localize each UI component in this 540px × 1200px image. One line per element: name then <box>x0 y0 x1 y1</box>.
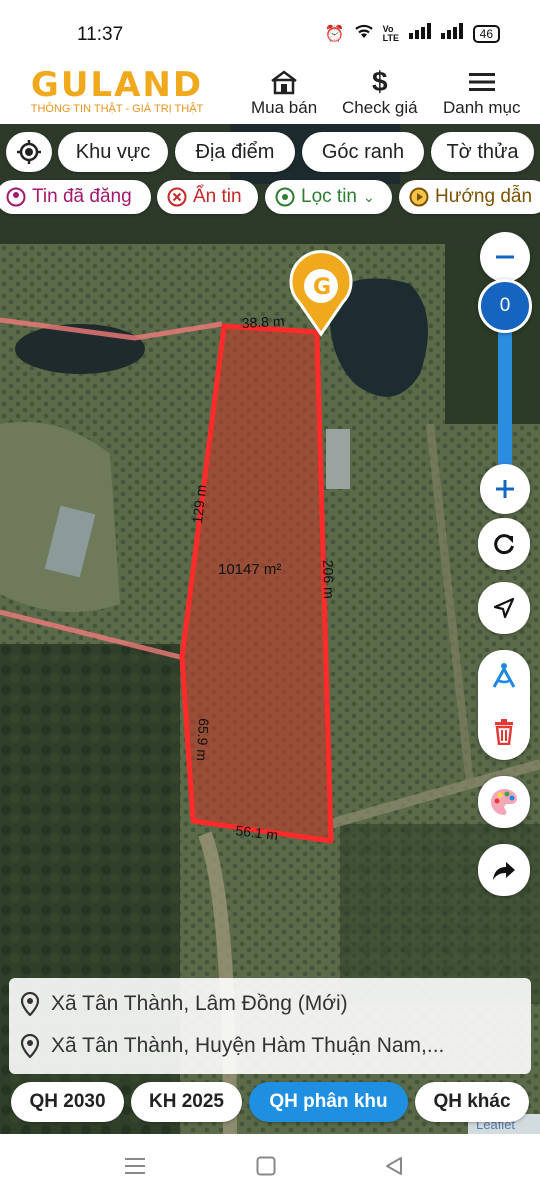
filter-to-thua[interactable]: Tờ thửa <box>431 132 534 172</box>
zoom-out-button[interactable] <box>480 232 530 282</box>
edge-label-top: 38.8 m <box>241 313 285 331</box>
home-button[interactable] <box>256 1156 276 1181</box>
status-time: 11:37 <box>77 24 124 45</box>
filter-label: Hướng dẫn <box>435 186 533 207</box>
recents-icon <box>125 1158 145 1174</box>
nav-label: Danh mục <box>443 98 521 117</box>
signal-icon-2 <box>440 23 465 44</box>
close-circle-icon <box>167 187 187 207</box>
recents-button[interactable] <box>125 1156 147 1181</box>
nav-danh-muc[interactable]: Danh mục <box>443 68 520 118</box>
edge-label-left-bottom: 65.9 m <box>194 718 212 762</box>
crosshair-icon <box>17 140 41 164</box>
play-circle-icon <box>409 187 429 207</box>
tab-qh-khac[interactable]: QH khác <box>415 1082 529 1122</box>
filter-loc-tin[interactable]: Lọc tin ⌄ <box>265 180 392 214</box>
filter-khu-vuc[interactable]: Khu vực <box>58 132 168 172</box>
plus-icon <box>496 480 514 498</box>
wifi-icon <box>353 22 375 45</box>
filter-label: Lọc tin <box>301 186 357 207</box>
share-arrow-icon <box>493 862 515 880</box>
measure-compass-icon <box>492 663 516 688</box>
minus-icon <box>496 255 514 259</box>
back-button[interactable] <box>384 1156 404 1181</box>
user-pin-icon <box>6 187 26 207</box>
status-bar: 11:37 ⏰ Vo LTE 46 <box>0 0 540 64</box>
system-nav-bar <box>0 1134 540 1200</box>
address-line-new[interactable]: Xã Tân Thành, Lâm Đồng (Mới) <box>21 992 348 1016</box>
measure-button[interactable] <box>478 650 530 702</box>
filter-dia-diem[interactable]: Địa điểm <box>175 132 295 172</box>
filter-label: Ẩn tin <box>193 186 242 207</box>
navigation-arrow-icon <box>493 597 515 619</box>
map-view[interactable]: 38.8 m 129 m 206 m 65.9 m 56.1 m 10147 m… <box>0 124 540 1134</box>
chevron-down-icon: ⌄ <box>362 188 375 205</box>
edge-label-right: 206 m <box>320 560 337 599</box>
zoom-slider-track[interactable] <box>498 309 512 469</box>
nav-label: Mua bán <box>251 98 318 117</box>
alarm-icon: ⏰ <box>324 25 345 43</box>
menu-icon <box>443 68 520 96</box>
filter-an-tin[interactable]: Ẩn tin <box>157 180 258 214</box>
filter-label: Tin đã đăng <box>32 186 132 207</box>
tab-kh-2025[interactable]: KH 2025 <box>131 1082 242 1122</box>
address-line-old[interactable]: Xã Tân Thành, Huyện Hàm Thuận Nam,... <box>21 1034 444 1058</box>
home-square-icon <box>256 1156 276 1176</box>
navigate-button[interactable] <box>478 582 530 634</box>
guland-logo[interactable]: GULAND THÔNG TIN THẬT - GIÁ TRỊ THẬT <box>12 68 222 115</box>
logo-text: GULAND <box>30 65 204 105</box>
nav-check-gia[interactable]: $ Check giá <box>342 66 418 118</box>
back-triangle-icon <box>386 1157 402 1175</box>
trash-icon <box>495 719 513 745</box>
filter-tin-da-dang[interactable]: Tin đã đăng <box>0 180 151 214</box>
refresh-button[interactable] <box>478 518 530 570</box>
palette-icon <box>491 789 517 815</box>
nav-label: Check giá <box>342 98 418 117</box>
volte-label: Vo LTE <box>382 23 399 43</box>
app-header: GULAND THÔNG TIN THẬT - GIÁ TRỊ THẬT Mua… <box>0 64 540 124</box>
logo-tagline: THÔNG TIN THẬT - GIÁ TRỊ THẬT <box>30 103 204 115</box>
address-panel[interactable]: Xã Tân Thành, Lâm Đồng (Mới) Xã Tân Thàn… <box>9 978 531 1074</box>
nav-mua-ban[interactable]: Mua bán <box>251 68 317 118</box>
zoom-in-button[interactable] <box>480 464 530 514</box>
area-label: 10147 m² <box>218 561 281 578</box>
filter-huong-dan[interactable]: Hướng dẫn <box>399 180 540 214</box>
location-pin-icon <box>21 1034 39 1058</box>
palette-button[interactable] <box>478 776 530 828</box>
delete-button[interactable] <box>478 706 530 758</box>
locate-button[interactable] <box>6 132 52 172</box>
tab-qh-phan-khu[interactable]: QH phân khu <box>249 1082 408 1122</box>
zoom-level-indicator[interactable]: 0 <box>478 279 532 333</box>
signal-icon <box>408 23 433 44</box>
refresh-icon <box>494 534 514 555</box>
pin-circle-icon <box>275 187 295 207</box>
address-text: Xã Tân Thành, Lâm Đồng (Mới) <box>51 992 348 1015</box>
filter-goc-ranh[interactable]: Góc ranh <box>302 132 424 172</box>
tab-qh-2030[interactable]: QH 2030 <box>11 1082 124 1122</box>
location-pin-icon <box>21 992 39 1016</box>
battery-icon: 46 <box>472 24 500 43</box>
house-icon <box>251 68 317 96</box>
address-text: Xã Tân Thành, Huyện Hàm Thuận Nam,... <box>51 1034 445 1057</box>
svg-text:G: G <box>313 275 331 300</box>
dollar-icon: $ <box>372 66 388 97</box>
status-icons: ⏰ Vo LTE 46 <box>325 22 500 45</box>
share-button[interactable] <box>478 844 530 896</box>
